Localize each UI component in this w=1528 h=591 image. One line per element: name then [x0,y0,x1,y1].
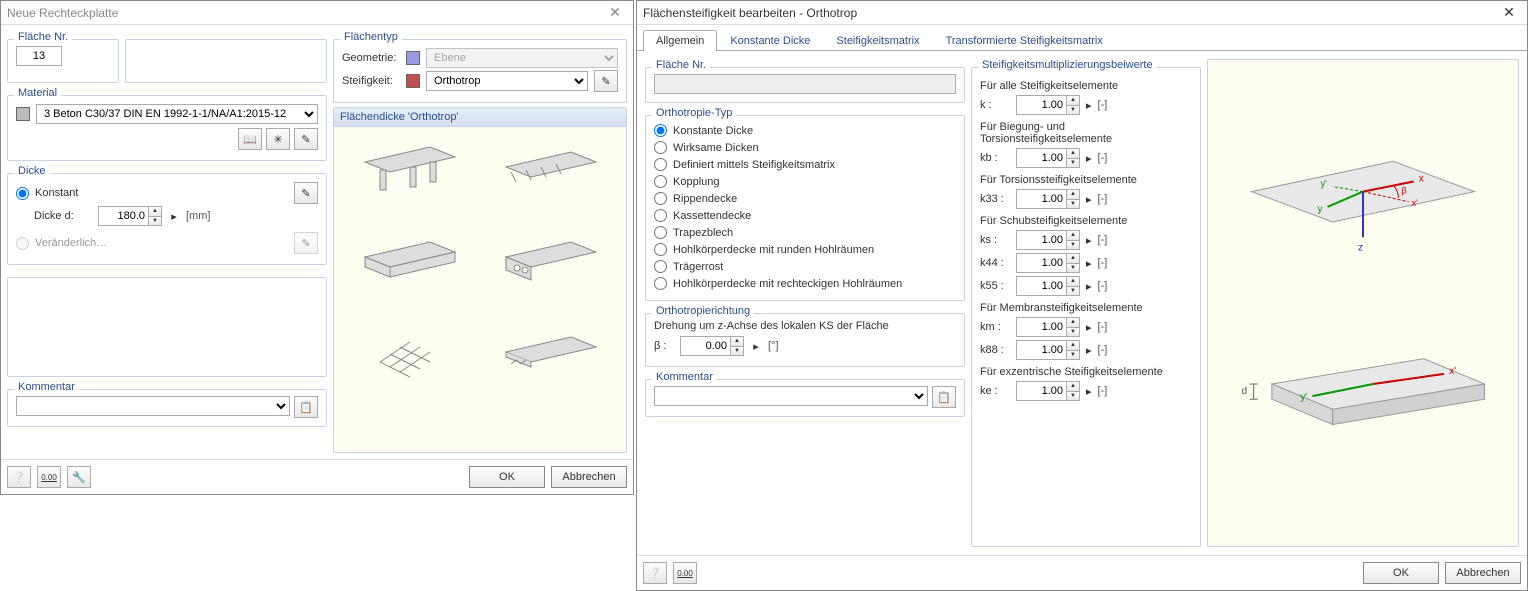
thumb-solid [354,227,465,297]
kommentar-select[interactable] [654,386,928,406]
ok-button[interactable]: OK [469,466,545,488]
edit-material-icon[interactable]: ✎ [294,128,318,150]
k44-spinner[interactable]: ▲▼ [1016,253,1080,273]
dialog-title: Flächensteifigkeit bearbeiten - Orthotro… [643,6,857,20]
new-material-icon[interactable]: ✳ [266,128,290,150]
library-icon[interactable]: 📖 [238,128,262,150]
svg-text:x': x' [1449,366,1456,377]
dicke-label: Dicke [14,165,50,177]
ortho-type-radio[interactable]: Trägerrost [654,258,956,275]
thumb-slab-on-columns [354,137,465,207]
kommentar-pick-icon[interactable]: 📋 [294,396,318,418]
k33-spinner[interactable]: ▲▼ [1016,189,1080,209]
ortho-type-radio[interactable]: Wirksame Dicken [654,139,956,156]
kommentar-select[interactable] [16,396,290,416]
preview-panel: Flächendicke 'Orthotrop' [333,107,627,453]
svg-text:β: β [1401,186,1406,196]
thumb-hollow [495,227,606,297]
close-icon[interactable]: ✕ [603,3,627,23]
steifigkeit-label: Steifigkeit: [342,75,400,87]
ke-spinner[interactable]: ▲▼ [1016,381,1080,401]
edit-thickness-icon[interactable]: ✎ [294,182,318,204]
ortho-type-radio[interactable]: Rippendecke [654,190,956,207]
k-spinner[interactable]: ▲▼ [1016,95,1080,115]
beta-label: β : [654,340,674,352]
cancel-button[interactable]: Abbrechen [1445,562,1521,584]
material-label: Material [14,87,61,99]
svg-text:z: z [1358,242,1363,253]
tabs: Allgemein Konstante Dicke Steifigkeitsma… [637,25,1527,51]
flaeche-nr-label: Fläche Nr. [14,31,72,43]
dialog-new-rect-plate: Neue Rechteckplatte ✕ Fläche Nr. Materia… [0,0,634,495]
stiffness-swatch-icon [406,74,420,88]
ortho-type-radio[interactable]: Hohlkörperdecke mit runden Hohlräumen [654,241,956,258]
flaechentyp-label: Flächentyp [340,31,402,43]
ortho-type-radio[interactable]: Kopplung [654,173,956,190]
km-spinner[interactable]: ▲▼ [1016,317,1080,337]
thumb-ribbed [495,137,606,207]
svg-text:y': y' [1300,392,1307,403]
dicke-d-spinner[interactable]: ▲▼ [98,206,162,226]
kommentar-label: Kommentar [14,381,79,393]
svg-text:x': x' [1412,198,1419,208]
titlebar: Neue Rechteckplatte ✕ [1,1,633,25]
edit-stiffness-icon[interactable]: ✎ [594,70,618,92]
ortho-typ-label: Orthotropie-Typ [652,107,736,119]
help-icon[interactable]: ❔ [643,562,667,584]
svg-text:y': y' [1320,179,1327,189]
units-icon[interactable]: 0.00 [673,562,697,584]
ortho-type-radio[interactable]: Trapezblech [654,224,956,241]
k55-spinner[interactable]: ▲▼ [1016,276,1080,296]
tab-allgemein[interactable]: Allgemein [643,30,717,51]
units-icon[interactable]: 0.00 [37,466,61,488]
ortho-type-radio[interactable]: Kassettendecke [654,207,956,224]
ks-spinner[interactable]: ▲▼ [1016,230,1080,250]
ortho-type-radio[interactable]: Konstante Dicke [654,122,956,139]
tab-steifigkeitsmatrix[interactable]: Steifigkeitsmatrix [823,30,932,51]
mult-label: Steifigkeitsmultiplizierungsbeiwerte [978,59,1157,71]
kb-spinner[interactable]: ▲▼ [1016,148,1080,168]
ortho-type-radio[interactable]: Hohlkörperdecke mit rechteckigen Hohlräu… [654,275,956,292]
close-icon[interactable]: ✕ [1497,3,1521,23]
thumb-trapez [495,317,606,387]
edit-variable-icon: ✎ [294,232,318,254]
flaeche-nr-input [654,74,956,94]
flaeche-nr-input[interactable] [16,46,62,66]
svg-text:d: d [1242,386,1248,397]
diagram-panel: x y z x' y' β [1207,59,1519,547]
kommentar-pick-icon[interactable]: 📋 [932,386,956,408]
titlebar: Flächensteifigkeit bearbeiten - Orthotro… [637,1,1527,25]
dialog-edit-stiffness: Flächensteifigkeit bearbeiten - Orthotro… [636,0,1528,591]
flaeche-nr-label: Fläche Nr. [652,59,710,71]
k88-spinner[interactable]: ▲▼ [1016,340,1080,360]
material-select[interactable]: 3 Beton C30/37 DIN EN 1992-1-1/NA/A1:201… [36,104,318,124]
geometrie-label: Geometrie: [342,52,400,64]
material-swatch-icon [16,107,30,121]
dialog-title: Neue Rechteckplatte [7,6,118,20]
radio-veraenderlich: Veränderlich… [16,235,107,252]
dicke-d-label: Dicke d: [34,210,92,222]
cancel-button[interactable]: Abbrechen [551,466,627,488]
thumb-grid [354,317,465,387]
help-icon[interactable]: ❔ [7,466,31,488]
ok-button[interactable]: OK [1363,562,1439,584]
steifigkeit-select[interactable]: Orthotrop [426,71,588,91]
geometry-swatch-icon [406,51,420,65]
preview-title: Flächendicke 'Orthotrop' [334,108,626,127]
ortho-type-radio[interactable]: Definiert mittels Steifigkeitsmatrix [654,156,956,173]
ortho-dir-label: Orthotropierichtung [652,305,754,317]
beta-spinner[interactable]: ▲▼ [680,336,744,356]
tab-transformierte[interactable]: Transformierte Steifigkeitsmatrix [933,30,1116,51]
drehung-label: Drehung um z-Achse des lokalen KS der Fl… [654,320,956,332]
radio-konstant[interactable]: Konstant [16,185,78,202]
svg-text:x: x [1419,174,1424,185]
kommentar-label: Kommentar [652,371,717,383]
extra-icon[interactable]: 🔧 [67,466,91,488]
geometrie-select: Ebene [426,48,618,68]
tab-konstante-dicke[interactable]: Konstante Dicke [717,30,823,51]
